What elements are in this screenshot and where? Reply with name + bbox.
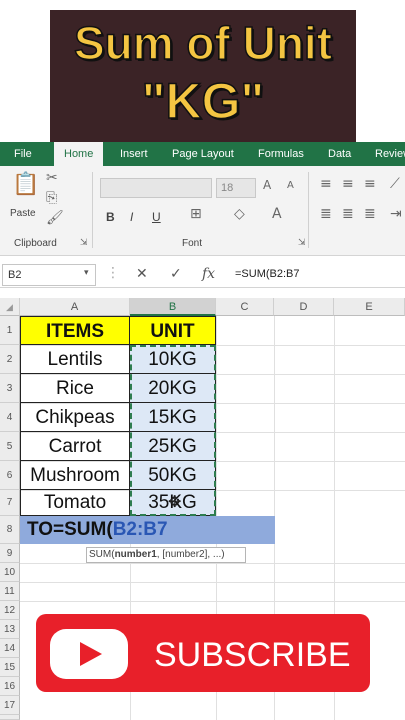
video-title-line1: Sum of Unit — [73, 16, 333, 70]
cell-item[interactable]: Lentils — [20, 345, 130, 374]
orientation-icon[interactable]: ⟋ — [390, 176, 400, 192]
align-top-icon[interactable]: ≡ — [320, 176, 332, 192]
ribbon-separator — [92, 172, 93, 248]
tab-home[interactable]: Home — [54, 142, 104, 166]
indent-icon[interactable]: ⇥ — [390, 206, 402, 222]
cell-item[interactable]: Chikpeas — [20, 403, 130, 432]
row-header[interactable]: 7 — [0, 490, 20, 516]
select-all-corner[interactable]: ◢ — [0, 298, 20, 316]
column-header-d[interactable]: D — [274, 298, 334, 316]
ribbon-body: 📋 Paste ✂ ⎘ 🖌 Clipboard ⇲ 18 A A B I U ⊞… — [0, 166, 405, 256]
align-left-icon[interactable]: ≣ — [320, 206, 332, 222]
clipboard-group-label: Clipboard — [14, 238, 57, 249]
row-header[interactable]: 5 — [0, 432, 20, 461]
function-tooltip: SUM(number1, [number2], ...) — [86, 547, 246, 563]
row-header[interactable]: 6 — [0, 461, 20, 490]
cell-item[interactable]: Rice — [20, 374, 130, 403]
cell-item[interactable]: Carrot — [20, 432, 130, 461]
cell-item[interactable]: Tomato — [20, 490, 130, 516]
row-header[interactable]: 18 — [0, 715, 20, 720]
tab-formulas[interactable]: Formulas — [258, 142, 304, 166]
cancel-icon[interactable]: ✕ — [136, 266, 148, 282]
row-header[interactable]: 17 — [0, 696, 20, 715]
gridline — [20, 601, 405, 602]
row-header[interactable]: 14 — [0, 639, 20, 658]
ribbon-tabs: File Home Insert Page Layout Formulas Da… — [0, 142, 405, 166]
column-header-a[interactable]: A — [20, 298, 130, 316]
tab-page-layout[interactable]: Page Layout — [172, 142, 234, 166]
underline-button[interactable]: U — [152, 210, 161, 224]
tab-review[interactable]: Review — [375, 142, 405, 166]
row-header[interactable]: 8 — [0, 516, 20, 544]
align-bottom-icon[interactable]: ≡ — [364, 176, 376, 192]
subscribe-banner[interactable]: SUBSCRIBE — [36, 614, 370, 692]
name-box[interactable]: B2 — [2, 264, 96, 286]
row-header[interactable]: 11 — [0, 582, 20, 601]
youtube-play-icon — [50, 629, 128, 679]
row-header[interactable]: 9 — [0, 544, 20, 563]
tab-file[interactable]: File — [14, 142, 32, 166]
tooltip-fn: SUM( — [89, 549, 115, 560]
formula-input[interactable]: =SUM(B2:B7 — [235, 268, 300, 280]
italic-button[interactable]: I — [130, 210, 133, 224]
borders-icon[interactable]: ⊞ — [190, 206, 202, 222]
row-header[interactable]: 15 — [0, 658, 20, 677]
font-color-icon[interactable]: A — [272, 206, 282, 222]
align-center-icon[interactable]: ≣ — [342, 206, 354, 222]
paste-icon[interactable]: 📋 — [12, 172, 39, 197]
formula-bar-grip-icon: ⋮ — [106, 265, 120, 281]
copy-icon[interactable]: ⎘ — [46, 190, 57, 206]
cursor-icon: ✥ — [168, 492, 182, 511]
tab-data[interactable]: Data — [328, 142, 351, 166]
shrink-font-icon[interactable]: A — [287, 180, 294, 191]
header-cell-items[interactable]: ITEMS — [20, 316, 130, 345]
editing-prefix: TO=SUM( — [27, 519, 113, 540]
range-selection-outline — [130, 345, 216, 516]
row-header[interactable]: 2 — [0, 345, 20, 374]
gridline — [20, 582, 405, 583]
cut-icon[interactable]: ✂ — [46, 170, 58, 186]
play-triangle-icon — [80, 642, 102, 666]
name-box-dropdown-icon[interactable]: ▾ — [84, 268, 89, 278]
enter-icon[interactable]: ✓ — [170, 266, 182, 282]
format-painter-icon[interactable]: 🖌 — [46, 210, 64, 226]
row-header[interactable]: 1 — [0, 316, 20, 345]
gridline — [20, 563, 405, 564]
column-header-e[interactable]: E — [334, 298, 405, 316]
align-middle-icon[interactable]: ≡ — [342, 176, 354, 192]
row-header[interactable]: 13 — [0, 620, 20, 639]
cell-item[interactable]: Mushroom — [20, 461, 130, 490]
editing-cell-text[interactable]: TO=SUM(B2:B7 — [27, 519, 168, 541]
row-header[interactable]: 10 — [0, 563, 20, 582]
row-header[interactable]: 3 — [0, 374, 20, 403]
row-header[interactable]: 4 — [0, 403, 20, 432]
ribbon-separator — [308, 172, 309, 248]
header-cell-unit[interactable]: UNIT — [130, 316, 216, 345]
font-size-select[interactable]: 18 — [216, 178, 256, 198]
tab-insert[interactable]: Insert — [120, 142, 148, 166]
font-group-label: Font — [182, 238, 203, 249]
row-header[interactable]: 16 — [0, 677, 20, 696]
video-title-line2: "KG" — [141, 72, 265, 130]
paste-button[interactable]: Paste — [10, 208, 36, 219]
bold-button[interactable]: B — [106, 210, 115, 224]
column-header-c[interactable]: C — [216, 298, 274, 316]
fill-color-icon[interactable]: ◇ — [234, 206, 245, 222]
dialog-launcher-icon[interactable]: ⇲ — [80, 238, 88, 248]
row-header[interactable]: 12 — [0, 601, 20, 620]
editing-range: B2:B7 — [112, 519, 168, 540]
font-family-select[interactable] — [100, 178, 212, 198]
tooltip-arg1[interactable]: number1 — [115, 549, 157, 560]
column-header-b[interactable]: B — [130, 298, 216, 316]
subscribe-label: SUBSCRIBE — [154, 636, 351, 674]
font-dialog-launcher-icon[interactable]: ⇲ — [298, 238, 306, 248]
grow-font-icon[interactable]: A — [263, 178, 271, 192]
align-right-icon[interactable]: ≣ — [364, 206, 376, 222]
formula-bar: B2 ▾ ⋮ ✕ ✓ fx =SUM(B2:B7 — [0, 262, 405, 288]
tooltip-rest: , [number2], ...) — [156, 549, 225, 560]
insert-function-icon[interactable]: fx — [202, 266, 215, 282]
